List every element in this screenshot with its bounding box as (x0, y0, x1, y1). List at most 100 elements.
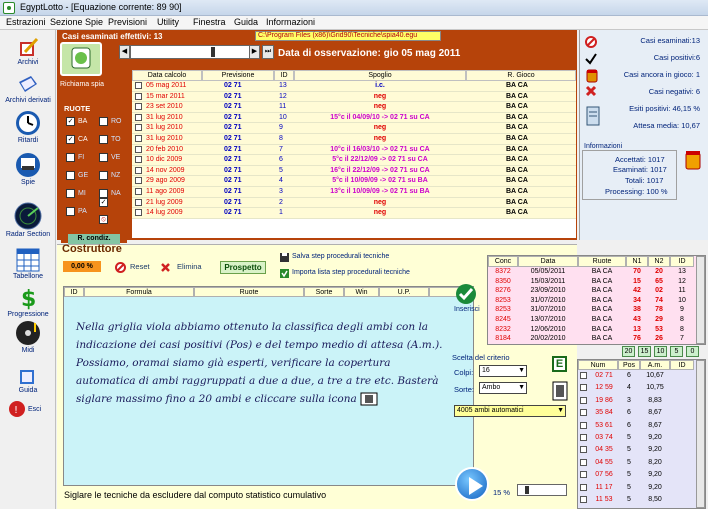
sidebar-item-archivi[interactable]: Archivi (0, 36, 56, 66)
film-grid-icon[interactable] (552, 381, 568, 401)
counter-0[interactable]: 0 (686, 346, 699, 357)
delete-icon[interactable] (160, 262, 171, 273)
ruota-checkbox-pa[interactable] (66, 207, 75, 216)
richiama-spia-button[interactable] (60, 42, 102, 76)
col-previsione[interactable]: Previsione (202, 70, 274, 81)
row-checkbox[interactable] (135, 198, 142, 206)
table-row[interactable]: 8350 15/03/2011 BA CA 15 65 12 (488, 277, 694, 287)
ruota-checkbox-extra[interactable]: ✓ (99, 198, 108, 207)
counter-5[interactable]: 5 (670, 346, 683, 357)
row-checkbox[interactable] (135, 103, 142, 111)
tcol-id[interactable]: ID (64, 287, 84, 297)
row-checkbox[interactable] (135, 209, 142, 217)
prospetto-button[interactable]: Prospetto (220, 261, 266, 274)
ccol-id[interactable]: ID (670, 256, 694, 267)
slider-end-button[interactable]: ⏭ (262, 45, 274, 59)
table-row[interactable]: 04 35 5 9,20 (578, 445, 694, 456)
sidebar-item-guida[interactable]: Guida (0, 366, 56, 394)
ccol-conc[interactable]: Conc (488, 256, 518, 267)
col-r-gioco[interactable]: R. Gioco (466, 70, 576, 81)
sidebar-item-tabellone[interactable]: Tabellone (0, 248, 56, 280)
menu-sezione-spie[interactable]: Sezione Spie (50, 17, 103, 27)
row-checkbox[interactable] (135, 124, 142, 132)
menu-estrazioni[interactable]: Estrazioni (6, 17, 46, 27)
row-checkbox[interactable] (135, 166, 142, 174)
ccol-n1[interactable]: N1 (626, 256, 648, 267)
inserisci-button[interactable] (455, 283, 477, 307)
conc-scrollbar[interactable] (696, 256, 705, 344)
row-checkbox[interactable] (135, 113, 142, 121)
ruota-checkbox-ge[interactable] (66, 171, 75, 180)
sidebar-item-midi[interactable]: Midi (0, 320, 56, 354)
reset-icon[interactable] (115, 262, 126, 273)
ambi-select[interactable]: 4005 ambi automatici ▼ (454, 405, 566, 417)
excel-export-button[interactable]: E (552, 356, 567, 372)
row-checkbox[interactable] (135, 82, 142, 89)
ruota-checkbox-ca[interactable]: ✓ (66, 135, 75, 144)
percent-slider-thumb[interactable] (525, 486, 529, 494)
ncol-am[interactable]: A.m. (640, 360, 670, 370)
table-row[interactable]: 8372 05/05/2011 BA CA 70 20 13 (488, 267, 694, 277)
row-checkbox[interactable] (580, 471, 587, 479)
table-row[interactable]: 15 mar 2011 02 71 12 neg BA CA (132, 91, 576, 103)
table-row[interactable]: 12 59 4 10,75 (578, 383, 694, 394)
row-checkbox[interactable] (135, 92, 142, 100)
ruota-checkbox-fi[interactable] (66, 153, 75, 162)
counter-10[interactable]: 10 (654, 346, 667, 357)
table-row[interactable]: 05 mag 2011 02 71 13 i.c. BA CA (132, 81, 576, 92)
importa-step-link[interactable]: Importa lista step procedurali tecniche (292, 269, 410, 276)
slider-right-arrow[interactable]: ▶ (249, 45, 260, 59)
table-row[interactable]: 8232 12/06/2010 BA CA 13 53 8 (488, 325, 694, 335)
tcol-ruote[interactable]: Ruote (194, 287, 304, 297)
sidebar-item-radar[interactable]: Radar Section (0, 202, 56, 238)
ncol-pos[interactable]: Pos (618, 360, 640, 370)
table-row[interactable]: 8253 31/07/2010 BA CA 38 78 9 (488, 305, 694, 315)
row-checkbox[interactable] (580, 496, 587, 503)
table-row[interactable]: 07 56 5 9,20 (578, 470, 694, 481)
row-checkbox[interactable] (580, 421, 587, 429)
row-checkbox[interactable] (135, 135, 142, 142)
ruota-checkbox-na[interactable] (99, 189, 108, 198)
table-row[interactable]: 8253 31/07/2010 BA CA 34 74 10 (488, 296, 694, 306)
ccol-ruote[interactable]: Ruote (578, 256, 626, 267)
table-row[interactable]: 8245 13/07/2010 BA CA 43 29 8 (488, 315, 694, 325)
menu-finestra[interactable]: Finestra (193, 17, 226, 27)
row-checkbox[interactable] (580, 446, 587, 454)
table-row[interactable]: 03 74 5 9,20 (578, 433, 694, 444)
col-spoglio[interactable]: Spoglio (294, 70, 466, 81)
reset-button[interactable]: Reset (130, 262, 150, 271)
ncol-id[interactable]: ID (670, 360, 694, 370)
table-row[interactable]: 19 86 3 8,83 (578, 396, 694, 407)
table-row[interactable]: 02 71 6 10,67 (578, 371, 694, 382)
table-row[interactable]: 8276 23/09/2010 BA CA 42 02 11 (488, 286, 694, 296)
row-checkbox[interactable] (580, 396, 587, 404)
elimina-button[interactable]: Elimina (177, 262, 202, 271)
row-checkbox[interactable] (135, 156, 142, 164)
num-scrollbar[interactable] (696, 360, 705, 508)
row-checkbox[interactable] (580, 458, 587, 466)
row-checkbox[interactable] (580, 372, 587, 379)
sidebar-item-progressione[interactable]: $ Progressione (0, 286, 56, 318)
table-row[interactable]: 31 lug 2010 02 71 8 neg BA CA (132, 134, 576, 145)
col-data-calcolo[interactable]: Data calcolo (132, 70, 202, 81)
tcol-win[interactable]: Win (344, 287, 379, 297)
sidebar-item-archivi-derivati[interactable]: Archivi derivati (0, 74, 56, 104)
ccol-data[interactable]: Data (518, 256, 578, 267)
ruota-checkbox-ve[interactable] (99, 153, 108, 162)
tcol-up[interactable]: U.P. (379, 287, 429, 297)
menu-guida[interactable]: Guida (234, 17, 258, 27)
colpi-select[interactable]: 16 ▼ (479, 365, 527, 377)
table-row[interactable]: 23 set 2010 02 71 11 neg BA CA (132, 102, 576, 113)
ruota-checkbox-ro[interactable] (99, 117, 108, 126)
row-checkbox[interactable] (135, 188, 142, 195)
no-entry-icon[interactable]: ⦸ (99, 215, 108, 224)
table-row[interactable]: 8184 20/02/2010 BA CA 76 26 7 (488, 334, 694, 344)
col-id[interactable]: ID (274, 70, 294, 81)
slider-left-arrow[interactable]: ◀ (119, 45, 130, 59)
table-row[interactable]: 04 55 5 8,20 (578, 458, 694, 469)
table-row[interactable]: 20 feb 2010 02 71 7 10°c il 16/03/10 -> 02 … (132, 144, 576, 156)
table-row[interactable]: 11 53 5 8,50 (578, 495, 694, 506)
tcol-sorte[interactable]: Sorte (304, 287, 344, 297)
row-checkbox[interactable] (135, 145, 142, 153)
table-row[interactable]: 14 nov 2009 02 71 5 16°c il 22/12/09 -> 02 … (132, 165, 576, 177)
